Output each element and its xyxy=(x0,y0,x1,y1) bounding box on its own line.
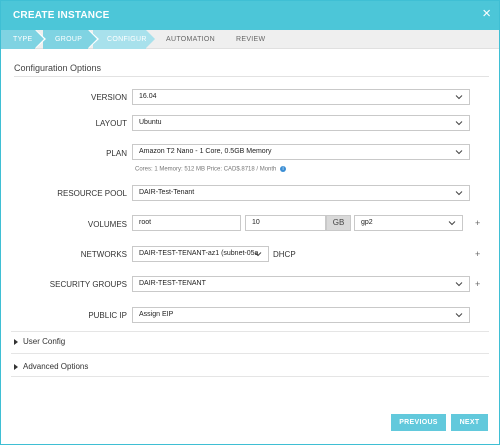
volume-type-select[interactable]: gp2 xyxy=(354,215,463,231)
resource-pool-value: DAIR-Test-Tenant xyxy=(139,189,195,196)
previous-button[interactable]: PREVIOUS xyxy=(391,414,446,431)
section-title: Configuration Options xyxy=(14,63,102,73)
layout-value: Ubuntu xyxy=(139,119,162,126)
networks-label: NETWORKS xyxy=(80,250,127,259)
create-instance-dialog: CREATE INSTANCE × TYPE GROUP CONFIGURE A… xyxy=(0,0,500,445)
wizard-step-configure[interactable]: CONFIGURE xyxy=(93,30,155,49)
dialog-titlebar: CREATE INSTANCE × xyxy=(1,1,499,30)
plan-select[interactable]: Amazon T2 Nano - 1 Core, 0.5GB Memory xyxy=(132,144,470,160)
chevron-down-icon xyxy=(455,119,463,127)
user-config-toggle[interactable]: User Config xyxy=(14,337,65,346)
volume-name-input[interactable]: root xyxy=(132,215,241,231)
dialog-title: CREATE INSTANCE xyxy=(13,10,110,21)
volumes-label: VOLUMES xyxy=(87,220,127,229)
wizard-step-automation[interactable]: AUTOMATION xyxy=(166,30,226,49)
chevron-down-icon xyxy=(254,250,262,258)
advanced-options-label: Advanced Options xyxy=(23,362,89,371)
chevron-right-icon xyxy=(14,338,18,345)
section-divider xyxy=(14,76,489,77)
plan-details-text: Cores: 1 Memory: 512 MB Price: CAD$.8718… xyxy=(135,166,277,173)
chevron-down-icon xyxy=(455,280,463,288)
version-select[interactable]: 16.04 xyxy=(132,89,470,105)
wizard-step-review[interactable]: REVIEW xyxy=(236,30,286,49)
chevron-down-icon xyxy=(455,93,463,101)
resource-pool-label: RESOURCE POOL xyxy=(57,189,127,198)
layout-label: LAYOUT xyxy=(95,119,127,128)
chevron-down-icon xyxy=(455,311,463,319)
network-select[interactable]: DAIR-TEST-TENANT-az1 (subnet-05a xyxy=(132,246,269,262)
chevron-down-icon xyxy=(448,219,456,227)
network-value: DAIR-TEST-TENANT-az1 (subnet-05a xyxy=(139,250,259,257)
plan-value: Amazon T2 Nano - 1 Core, 0.5GB Memory xyxy=(139,148,272,155)
add-security-group-button[interactable]: + xyxy=(475,279,480,289)
security-groups-label: SECURITY GROUPS xyxy=(49,280,127,289)
wizard-steps: TYPE GROUP CONFIGURE AUTOMATION REVIEW xyxy=(1,30,499,49)
version-label: VERSION xyxy=(90,93,127,102)
divider xyxy=(11,331,489,332)
user-config-label: User Config xyxy=(23,337,66,346)
public-ip-select[interactable]: Assign EIP xyxy=(132,307,470,323)
security-groups-select[interactable]: DAIR-TEST-TENANT xyxy=(132,276,470,292)
divider xyxy=(11,353,489,354)
chevron-down-icon xyxy=(455,189,463,197)
chevron-down-icon xyxy=(455,148,463,156)
info-icon[interactable]: i xyxy=(280,166,287,172)
public-ip-label: PUBLIC IP xyxy=(88,311,127,320)
add-volume-button[interactable]: + xyxy=(475,218,480,228)
add-network-button[interactable]: + xyxy=(475,249,480,259)
chevron-right-icon xyxy=(14,363,18,370)
wizard-step-group[interactable]: GROUP xyxy=(43,30,99,49)
wizard-step-type[interactable]: TYPE xyxy=(1,30,46,49)
volume-type-value: gp2 xyxy=(361,219,373,226)
plan-label: PLAN xyxy=(106,149,127,158)
close-icon[interactable]: × xyxy=(482,6,491,21)
advanced-options-toggle[interactable]: Advanced Options xyxy=(14,362,88,371)
network-mode: DHCP xyxy=(273,250,296,259)
security-groups-value: DAIR-TEST-TENANT xyxy=(139,280,206,287)
public-ip-value: Assign EIP xyxy=(139,311,174,318)
resource-pool-select[interactable]: DAIR-Test-Tenant xyxy=(132,185,470,201)
plan-details: Cores: 1 Memory: 512 MB Price: CAD$.8718… xyxy=(135,166,287,173)
next-button[interactable]: NEXT xyxy=(451,414,488,431)
version-value: 16.04 xyxy=(139,93,157,100)
volume-size-input[interactable]: 10 xyxy=(245,215,326,231)
volume-size-unit: GB xyxy=(326,215,351,231)
divider xyxy=(11,376,489,377)
layout-select[interactable]: Ubuntu xyxy=(132,115,470,131)
